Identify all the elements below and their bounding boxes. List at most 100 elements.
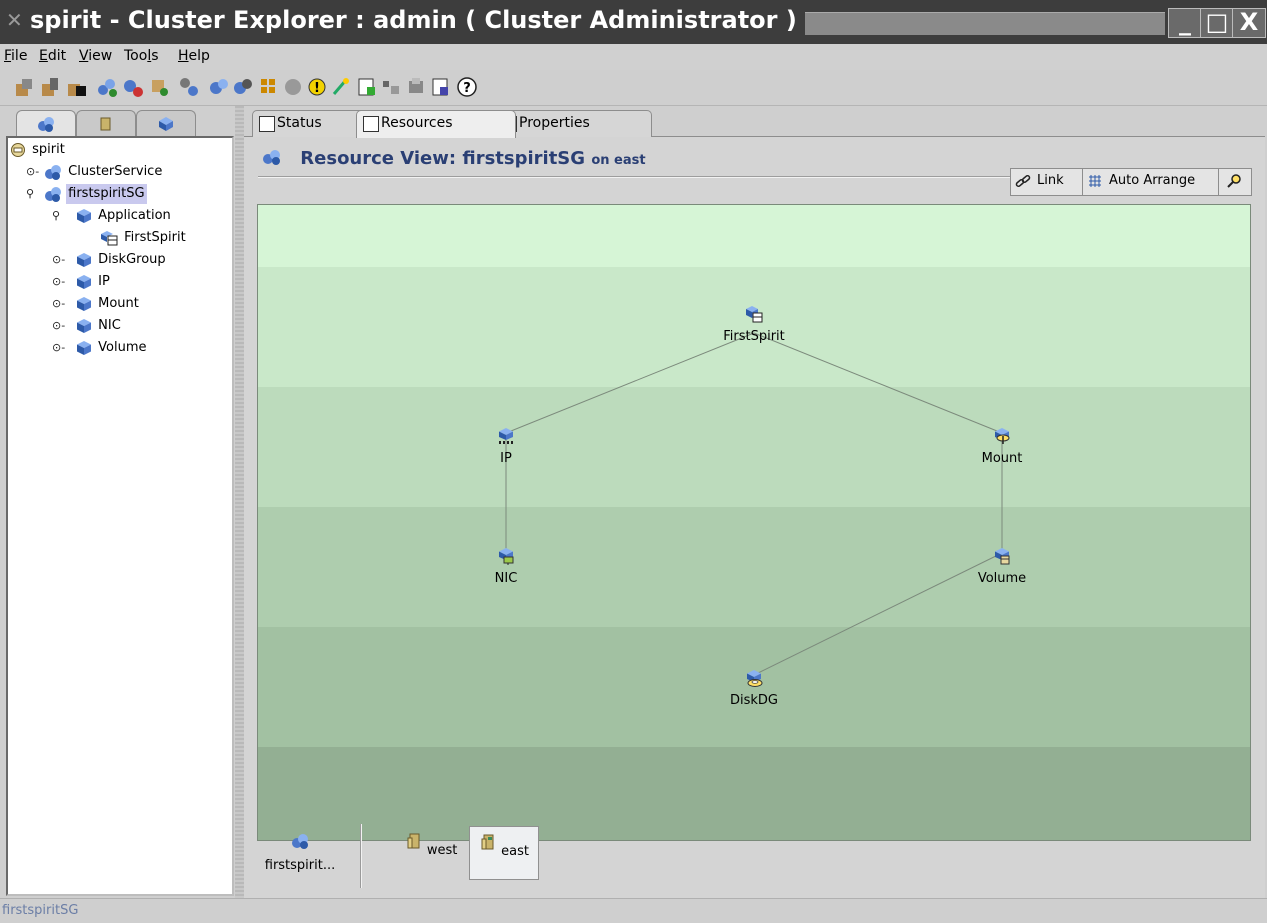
dependency-line-firstspirit-mount [753,332,1003,434]
expand-handle[interactable]: ⊙- [52,272,65,292]
panel-splitter[interactable] [235,106,244,898]
system-tile-west[interactable]: west [396,826,466,878]
tab-properties[interactable]: Properties [494,110,652,137]
resource-node-label: Volume [977,571,1027,586]
menu-file-rest: ile [11,48,28,64]
log-desk-icon[interactable] [430,76,452,98]
tree-label: Mount [98,296,139,311]
system-tile-east[interactable]: east [469,826,539,880]
notifier-icon[interactable] [406,76,428,98]
service-group-tile[interactable]: firstspirit... [258,826,342,878]
magnifier-icon [1227,174,1241,188]
menu-bar: File Edit View Tools Help [0,44,1267,70]
volume-resource-icon [995,548,1010,565]
tree-item-volume[interactable]: Volume [76,338,149,358]
menu-edit-rest: dit [47,48,67,64]
title-drag-area[interactable] [805,12,1165,35]
resource-types-tab[interactable] [136,110,196,137]
application-resource-icon [746,306,763,323]
tree-label: spirit [32,142,65,157]
tree-label: NIC [98,318,121,333]
expand-handle[interactable]: ⊙- [26,162,39,182]
tree-label: IP [98,274,110,289]
tile-label: east [501,844,529,859]
configuration-wizard-icon[interactable] [330,76,352,98]
tab-label: Status [277,115,322,131]
service-group-icon [45,186,61,202]
link-resources-icon[interactable] [178,76,200,98]
dependency-lines [505,332,1003,676]
resource-node-ip[interactable]: IP [456,427,556,466]
resource-node-diskdg[interactable]: DiskDG [704,669,804,708]
cluster-icon [11,142,25,157]
maximize-button[interactable]: □ [1200,8,1234,38]
zoom-button[interactable] [1218,168,1252,196]
add-service-group-icon[interactable] [96,76,118,98]
systems-tab[interactable] [76,110,136,137]
ip-resource-icon [499,428,513,444]
resource-graph-canvas[interactable]: FirstSpirit IP Mount NIC Volume DiskDG [257,204,1251,841]
menu-view[interactable]: View [79,48,112,64]
resource-view-title: Resource View: firstspiritSG on east [262,148,646,169]
minimize-button[interactable]: _ [1168,8,1202,38]
dependency-line-firstspirit-ip [505,332,755,434]
offline-service-group-icon[interactable] [232,76,254,98]
system-icon [481,834,494,850]
menu-edit[interactable]: Edit [39,48,66,64]
service-groups-tab[interactable] [16,110,76,138]
link-icon [1015,174,1031,188]
info-icon[interactable]: ! [306,76,328,98]
close-button[interactable]: X [1232,8,1266,38]
menu-file[interactable]: File [4,48,27,64]
service-group-icon [263,150,280,165]
template-view-icon[interactable] [356,76,378,98]
title-bar: ✕ spirit - Cluster Explorer : admin ( Cl… [0,0,1267,44]
menu-tools-pre: Too [124,48,148,64]
tree-item-diskgroup[interactable]: DiskGroup [76,250,168,270]
service-group-icon [45,164,61,180]
collapse-handle[interactable]: ⚲ [52,206,60,226]
tree-item-mount[interactable]: Mount [76,294,141,314]
online-service-group-icon[interactable] [208,76,230,98]
expand-handle[interactable]: ⊙- [52,250,65,270]
tree-label: firstspiritSG [66,184,147,204]
resource-node-mount[interactable]: Mount [952,427,1052,466]
status-tab-icon [259,116,275,132]
menu-help-rest: elp [188,48,210,64]
resource-node-label: DiskDG [729,693,778,708]
delete-service-group-icon[interactable] [122,76,144,98]
expand-handle[interactable]: ⊙- [52,294,65,314]
tree-item-application[interactable]: Application [76,206,173,226]
add-cluster-icon[interactable] [14,76,36,98]
query-icon[interactable] [380,76,402,98]
show-command-center-icon[interactable] [258,76,280,98]
open-configuration-icon[interactable] [40,76,62,98]
stop-icon[interactable] [282,76,304,98]
resource-node-nic[interactable]: NIC [456,547,556,586]
add-resource-icon[interactable] [148,76,170,98]
tree-item-nic[interactable]: NIC [76,316,123,336]
systems-bar-divider [360,824,362,888]
collapse-handle[interactable]: ⚲ [26,184,34,204]
auto-arrange-label: Auto Arrange [1109,173,1196,188]
tree-item-firstspiritsg[interactable]: firstspiritSG [44,184,147,204]
app-icon: ✕ [6,8,23,32]
tree-item-ip[interactable]: IP [76,272,112,292]
link-label: Link [1037,173,1064,188]
mount-resource-icon [995,428,1010,444]
resource-node-firstspirit[interactable]: FirstSpirit [704,305,804,344]
tab-resources[interactable]: Resources [356,110,516,138]
save-configuration-icon[interactable] [66,76,88,98]
resource-node-volume[interactable]: Volume [952,547,1052,586]
svg-text:?: ? [463,81,471,96]
tree-item-clusterservice[interactable]: ClusterService [44,162,164,182]
help-icon[interactable]: ? [456,76,478,98]
menu-help[interactable]: Help [178,48,210,64]
expand-handle[interactable]: ⊙- [52,316,65,336]
tree-root-spirit[interactable]: spirit [10,140,67,160]
expand-handle[interactable]: ⊙- [52,338,65,358]
menu-tools[interactable]: Tools [124,48,159,64]
status-text: firstspiritSG [2,903,79,918]
system-icon [407,833,420,849]
tree-item-firstspirit[interactable]: FirstSpirit [100,228,188,248]
